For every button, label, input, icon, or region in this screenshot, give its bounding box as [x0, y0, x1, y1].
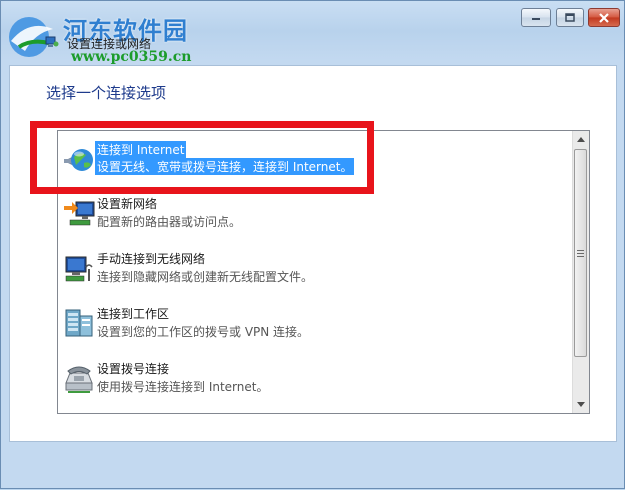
network-app-icon — [45, 36, 59, 47]
new-network-icon — [64, 201, 95, 226]
scroll-down-arrow-icon — [577, 402, 585, 407]
close-button[interactable] — [588, 8, 620, 27]
scroll-thumb[interactable] — [574, 149, 587, 357]
close-icon — [599, 12, 609, 23]
option-label: 连接到工作区 — [97, 307, 170, 321]
option-manual-wireless[interactable]: 手动连接到无线网络 连接到隐藏网络或创建新无线配置文件。 — [58, 243, 573, 293]
workplace-vpn-icon — [65, 309, 93, 337]
option-description: 连接到隐藏网络或创建新无线配置文件。 — [97, 270, 314, 284]
scroll-down-button[interactable] — [573, 396, 589, 413]
minimize-icon — [532, 17, 540, 20]
option-dialup[interactable]: 设置拨号连接 使用拨号连接连接到 Internet。 — [58, 353, 573, 403]
option-label: 设置新网络 — [97, 197, 158, 211]
option-connect-workplace[interactable]: 连接到工作区 设置到您的工作区的拨号或 VPN 连接。 — [58, 298, 573, 348]
option-label: 设置拨号连接 — [97, 362, 170, 376]
dialog-window: 河东软件园 www.pc0359.cn 设置连接或网络 选择一个连接选项 连接到… — [0, 0, 625, 489]
red-highlight-annotation — [30, 121, 374, 194]
option-description: 配置新的路由器或访问点。 — [97, 215, 242, 229]
scroll-up-arrow-icon — [577, 137, 585, 142]
maximize-button[interactable] — [556, 8, 584, 27]
scroll-up-button[interactable] — [573, 131, 589, 148]
dialog-footer — [1, 442, 624, 490]
minimize-button[interactable] — [521, 8, 551, 27]
option-description: 使用拨号连接连接到 Internet。 — [97, 380, 269, 394]
instruction-heading: 选择一个连接选项 — [46, 84, 167, 102]
dialup-phone-icon — [65, 366, 93, 393]
list-scrollbar[interactable] — [572, 131, 589, 413]
window-title: 设置连接或网络 — [67, 37, 152, 51]
option-label: 手动连接到无线网络 — [97, 252, 206, 266]
maximize-icon — [565, 13, 575, 22]
option-new-network[interactable]: 设置新网络 配置新的路由器或访问点。 — [58, 188, 573, 238]
title-bar[interactable]: 河东软件园 www.pc0359.cn 设置连接或网络 — [1, 1, 624, 65]
wireless-network-icon — [65, 256, 93, 282]
option-description: 设置到您的工作区的拨号或 VPN 连接。 — [97, 325, 310, 339]
grip-icon — [577, 249, 584, 257]
